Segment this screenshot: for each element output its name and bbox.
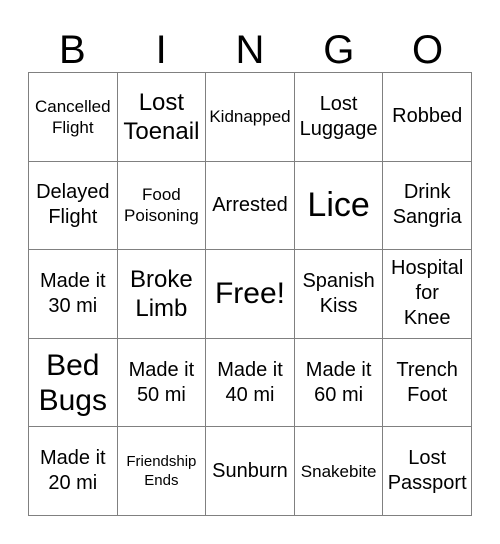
bingo-cell[interactable]: Food Poisoning [117, 161, 207, 251]
bingo-cell-label: Made it 60 mi [305, 358, 372, 406]
bingo-cell-label: Delayed Flight [36, 181, 110, 229]
bingo-cell-label: Bed Bugs [38, 348, 107, 417]
bingo-cell-label: Cancelled Flight [34, 96, 111, 137]
header-letter-i: I [155, 28, 167, 72]
bingo-header: B I N G O [28, 18, 472, 72]
bingo-cell-label: Made it 50 mi [128, 358, 195, 406]
bingo-cell[interactable]: Made it 40 mi [206, 338, 295, 428]
bingo-cell[interactable]: Friendship Ends [117, 427, 207, 516]
bingo-cell-label: Trench Foot [396, 358, 458, 406]
bingo-cell-label: Hospital for Knee [391, 257, 464, 330]
header-letter-g: G [323, 28, 355, 72]
bingo-cell-label: Lice [307, 185, 370, 224]
bingo-cell-label: Food Poisoning [124, 185, 199, 226]
bingo-cell[interactable]: Made it 30 mi [29, 250, 118, 339]
bingo-cell-label: Made it 30 mi [40, 269, 106, 317]
header-letter-n: N [235, 28, 265, 72]
bingo-cell-label: Robbed [392, 105, 463, 128]
bingo-card: B I N G O Cancelled Flight Lost Toenail Ki… [0, 0, 500, 544]
bingo-cell[interactable]: Delayed Flight [29, 161, 118, 251]
bingo-cell[interactable]: Made it 20 mi [29, 427, 118, 516]
bingo-cell-label: Made it 20 mi [40, 447, 106, 495]
bingo-cell-label: Arrested [212, 193, 288, 216]
bingo-cell[interactable]: Lice [294, 161, 384, 251]
bingo-cell[interactable]: Made it 60 mi [294, 338, 384, 428]
bingo-cell-label: Lost Passport [387, 447, 467, 495]
bingo-cell[interactable]: Trench Foot [383, 338, 472, 428]
bingo-cell[interactable]: Hospital for Knee [383, 250, 472, 339]
bingo-cell-label: Spanish Kiss [302, 269, 375, 317]
bingo-cell[interactable]: Lost Passport [383, 427, 472, 516]
bingo-cell-free[interactable]: Free! [206, 250, 295, 339]
bingo-cell-label: Lost Toenail [123, 88, 200, 145]
bingo-cell[interactable]: Made it 50 mi [117, 338, 207, 428]
bingo-cell[interactable]: Snakebite [294, 427, 384, 516]
bingo-cell[interactable]: Spanish Kiss [294, 250, 384, 339]
bingo-cell[interactable]: Cancelled Flight [29, 73, 118, 162]
bingo-cell-label: Made it 40 mi [217, 358, 283, 406]
bingo-cell-label: Friendship Ends [126, 453, 197, 490]
header-letter-b: B [59, 28, 86, 72]
bingo-cell-label: Lost Luggage [299, 92, 378, 140]
bingo-cell[interactable]: Kidnapped [206, 73, 295, 162]
bingo-cell[interactable]: Bed Bugs [29, 338, 118, 428]
bingo-cell[interactable]: Sunburn [206, 427, 295, 516]
bingo-cell[interactable]: Lost Toenail [117, 73, 207, 162]
bingo-cell[interactable]: Arrested [206, 161, 295, 251]
bingo-cell-label: Free! [214, 277, 285, 311]
bingo-cell-label: Snakebite [300, 461, 377, 481]
bingo-cell-label: Drink Sangria [392, 181, 462, 229]
bingo-cell-label: Broke Limb [130, 265, 193, 322]
header-letter-o: O [412, 28, 444, 72]
bingo-grid: Cancelled Flight Lost Toenail Kidnapped Los… [28, 72, 472, 516]
bingo-cell-label: Kidnapped [209, 107, 291, 127]
bingo-cell-label: Sunburn [212, 459, 288, 482]
bingo-cell[interactable]: Robbed [383, 73, 472, 162]
bingo-cell[interactable]: Broke Limb [117, 250, 207, 339]
bingo-cell[interactable]: Lost Luggage [294, 73, 384, 162]
bingo-cell[interactable]: Drink Sangria [383, 161, 472, 251]
